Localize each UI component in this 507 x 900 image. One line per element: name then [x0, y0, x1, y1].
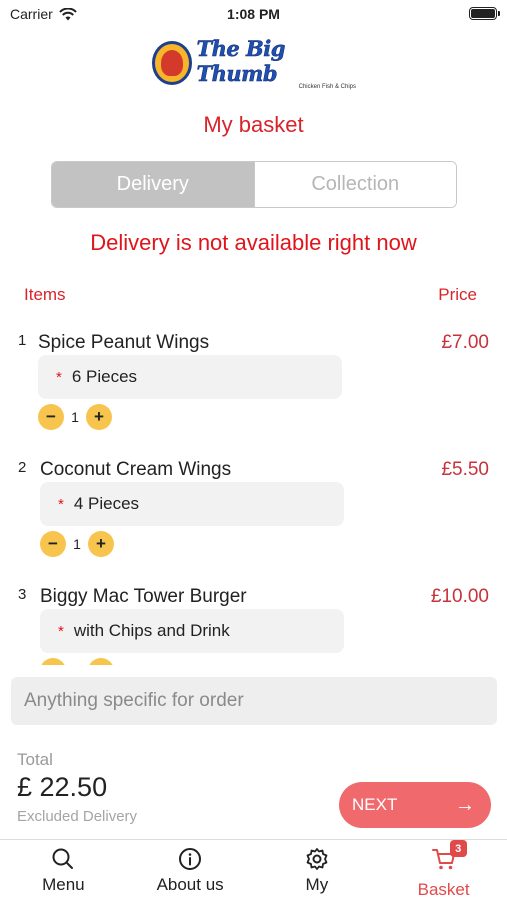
- increase-quantity-button[interactable]: +: [88, 531, 114, 557]
- quantity-value: 1: [71, 409, 79, 425]
- status-bar: Carrier 1:08 PM: [0, 0, 507, 30]
- item-price: £10.00: [430, 586, 489, 607]
- decrease-quantity-button[interactable]: −: [38, 404, 64, 430]
- tab-basket[interactable]: 3 Basket: [380, 840, 507, 900]
- arrow-right-icon: →: [455, 793, 475, 816]
- quantity-value: 1: [72, 663, 82, 665]
- decrease-quantity-button[interactable]: −: [40, 658, 66, 665]
- logo-title: The Big Thumb: [196, 36, 285, 87]
- basket-item: 2 Coconut Cream Wings £5.50 * 4 Pieces −…: [0, 449, 507, 577]
- increase-quantity-button[interactable]: +: [88, 658, 114, 665]
- item-option: * 6 Pieces: [38, 355, 342, 399]
- basket-item: 1 Spice Peanut Wings £7.00 * 6 Pieces − …: [0, 322, 507, 450]
- brand-logo: The Big Thumb Chicken Fish & Chips: [152, 36, 356, 90]
- item-option-label: 4 Pieces: [73, 494, 140, 513]
- item-name[interactable]: Biggy Mac Tower Burger: [40, 586, 247, 608]
- tab-about-label: About us: [156, 875, 224, 894]
- battery-icon: [469, 7, 500, 20]
- required-star-icon: *: [58, 495, 64, 513]
- tab-menu[interactable]: Menu: [0, 840, 127, 900]
- increase-quantity-button[interactable]: +: [86, 404, 112, 430]
- quantity-stepper: − 1 +: [40, 531, 114, 557]
- required-star-icon: *: [56, 368, 62, 386]
- item-number: 2: [18, 459, 27, 476]
- basket-item: 3 Biggy Mac Tower Burger £10.00 * with C…: [0, 576, 507, 665]
- tab-bar: Menu About us My 3 Basket: [0, 839, 507, 900]
- order-note-input[interactable]: [11, 677, 497, 725]
- quantity-stepper: − 1 +: [38, 404, 112, 430]
- next-button[interactable]: NEXT →: [339, 782, 491, 828]
- item-name[interactable]: Spice Peanut Wings: [38, 332, 209, 354]
- info-icon: [179, 848, 202, 870]
- page-title: My basket: [203, 112, 304, 137]
- logo-badge: [152, 41, 193, 85]
- quantity-value: 1: [73, 536, 81, 552]
- delivery-unavailable-notice: Delivery is not available right now: [90, 230, 417, 255]
- basket-items-list[interactable]: 1 Spice Peanut Wings £7.00 * 6 Pieces − …: [0, 322, 507, 665]
- price-column-header: Price: [438, 285, 477, 304]
- quantity-stepper: − 1 +: [40, 658, 114, 665]
- item-price: £7.00: [441, 332, 489, 353]
- total-label: Total: [17, 750, 53, 769]
- item-price: £5.50: [441, 459, 489, 480]
- item-number: 3: [18, 586, 27, 603]
- logo-subtitle: Chicken Fish & Chips: [298, 84, 356, 90]
- item-number: 1: [18, 332, 27, 349]
- gear-icon: [306, 848, 328, 870]
- tab-menu-label: Menu: [42, 875, 85, 894]
- item-option: * with Chips and Drink: [40, 609, 344, 653]
- segment-delivery[interactable]: Delivery: [52, 162, 254, 207]
- search-icon: [52, 848, 74, 869]
- item-option: * 4 Pieces: [40, 482, 344, 526]
- decrease-quantity-button[interactable]: −: [40, 531, 66, 557]
- item-option-label: 6 Pieces: [71, 367, 138, 386]
- tab-my-label: My: [305, 875, 329, 894]
- item-name[interactable]: Coconut Cream Wings: [40, 459, 231, 481]
- required-star-icon: *: [58, 622, 64, 640]
- item-option-label: with Chips and Drink: [73, 621, 230, 640]
- tab-basket-label: Basket: [417, 880, 470, 899]
- cart-count-badge: 3: [449, 840, 467, 857]
- total-subtext: Excluded Delivery: [17, 808, 138, 825]
- items-column-header: Items: [24, 285, 66, 304]
- tab-my[interactable]: My: [254, 840, 381, 900]
- order-type-segmented-control: Delivery Collection: [51, 161, 457, 208]
- next-button-label: NEXT: [352, 795, 398, 814]
- tab-about-us[interactable]: About us: [127, 840, 254, 900]
- status-time: 1:08 PM: [227, 6, 280, 22]
- total-value: £ 22.50: [17, 772, 108, 802]
- segment-collection[interactable]: Collection: [253, 162, 456, 207]
